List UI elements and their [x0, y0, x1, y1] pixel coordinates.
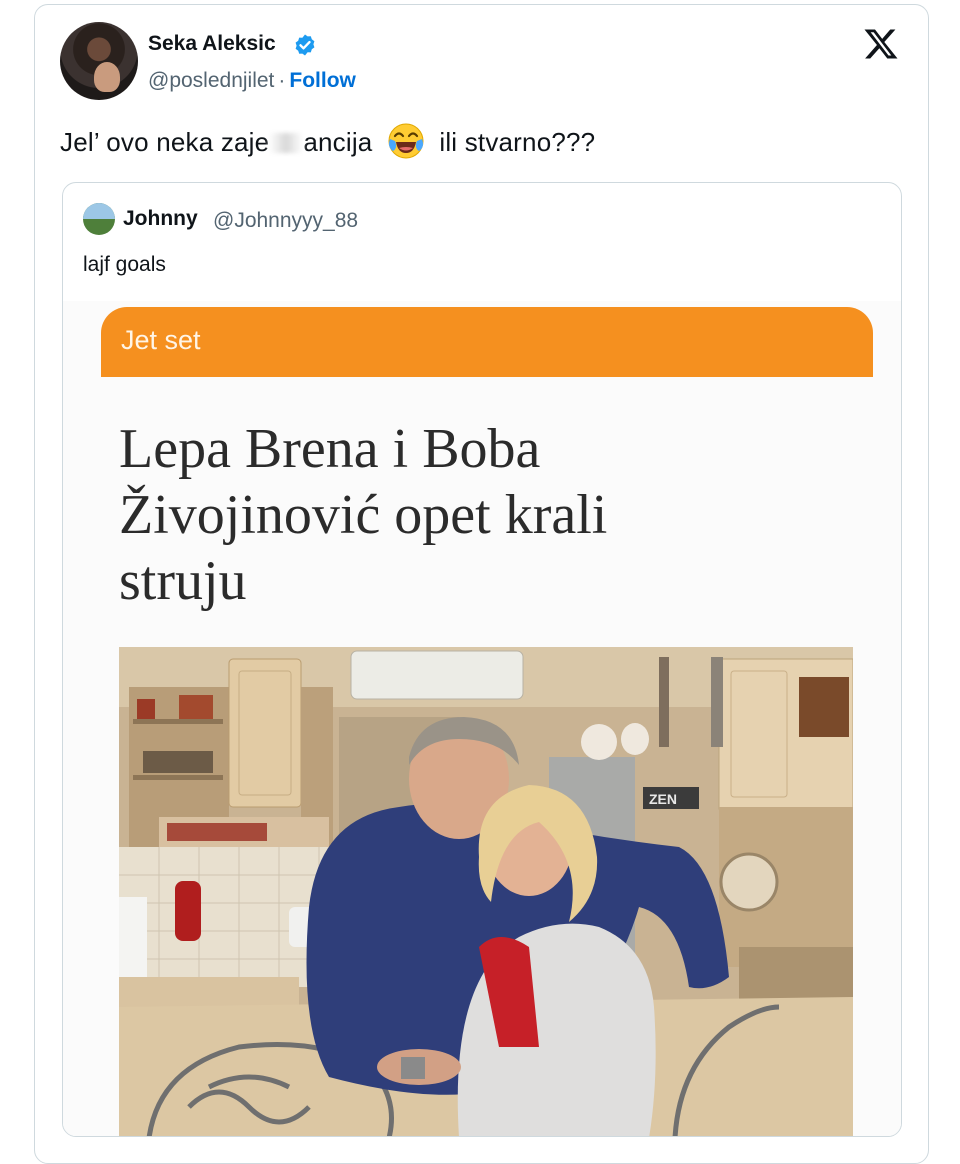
x-logo-icon[interactable] [862, 26, 900, 62]
quoted-author-handle[interactable]: @Johnnyyy_88 [213, 209, 358, 233]
headline-line-2: Živojinović opet krali [119, 484, 608, 546]
verified-badge-icon [295, 34, 315, 56]
laughing-tears-emoji-icon [388, 123, 424, 159]
author-handle[interactable]: @poslednjilet [148, 69, 274, 92]
fridge-label: ZEN [649, 791, 677, 807]
section-label: Jet set [121, 325, 201, 355]
section-banner: Jet set [101, 307, 873, 377]
author-avatar[interactable] [60, 22, 138, 100]
censored-letters [269, 133, 304, 153]
separator-dot: · [278, 69, 286, 92]
quoted-media-image[interactable]: Jet set Lepa Brena i Boba Živojinović op… [63, 301, 901, 1136]
tweet-text: Jel’ ovo neka zaje ancija ili stvarno??? [60, 121, 595, 161]
headline-line-3: struju [119, 550, 247, 612]
headline-line-1: Lepa Brena i Boba [119, 418, 541, 480]
tweet-text-part2: ancija [303, 127, 373, 157]
follow-button[interactable]: Follow [289, 69, 356, 92]
author-name[interactable]: Seka Aleksic [148, 32, 276, 56]
article-headline: Lepa Brena i Boba Živojinović opet krali… [119, 416, 819, 614]
quoted-author-name[interactable]: Johnny [123, 207, 198, 231]
tweet-text-part1: Jel’ ovo neka zaje [60, 127, 270, 157]
quoted-author-avatar[interactable] [83, 203, 115, 235]
kitchen-couple-photo: ZEN [119, 647, 853, 1136]
quoted-tweet-text: lajf goals [83, 253, 166, 276]
tweet-text-part3: ili stvarno??? [439, 127, 596, 157]
quoted-tweet[interactable]: Johnny @Johnnyyy_88 lajf goals Jet set L… [62, 182, 902, 1137]
